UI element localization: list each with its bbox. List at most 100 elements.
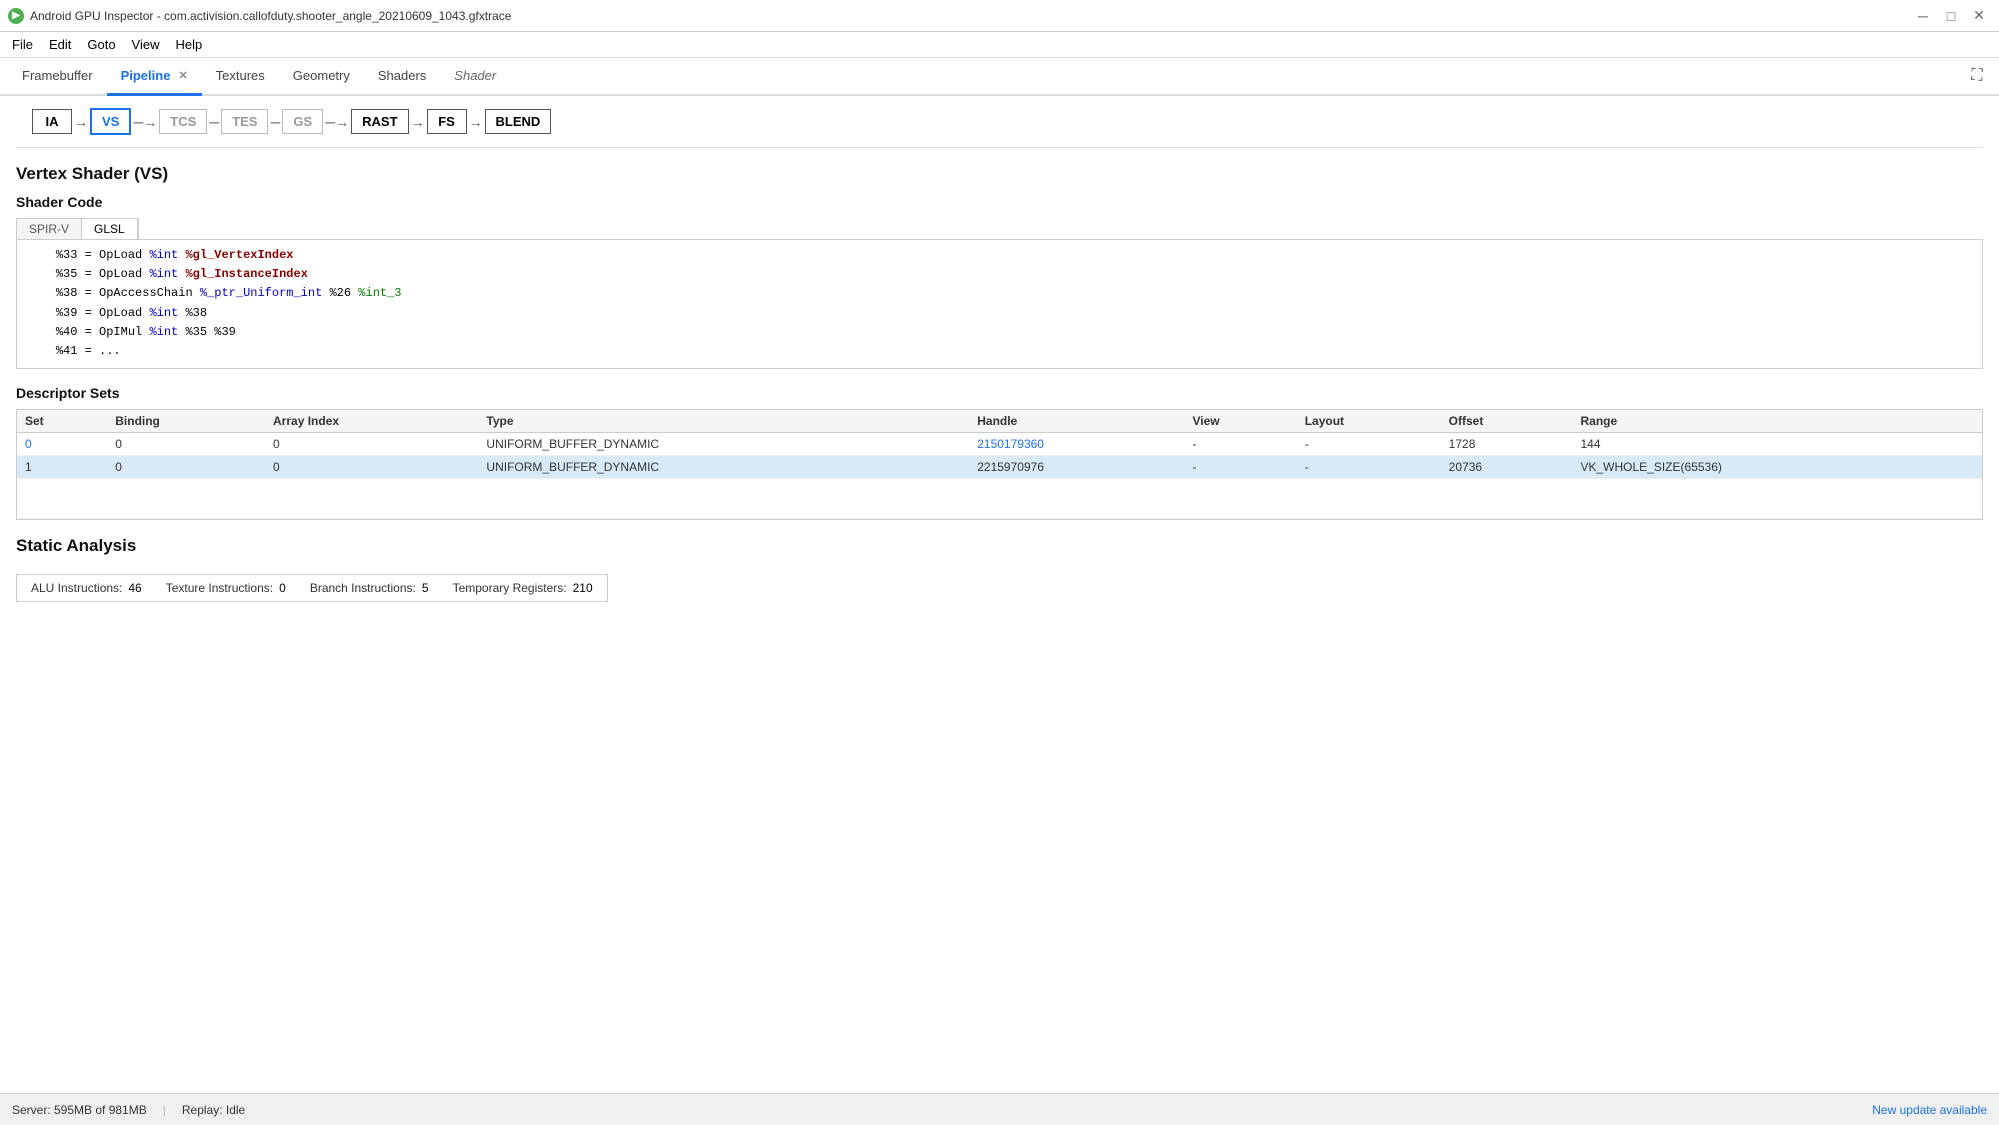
table-row: 0 0 0 UNIFORM_BUFFER_DYNAMIC 2150179360 …: [17, 433, 1982, 456]
code-line-2: %35 = OpLoad %int %gl_InstanceIndex: [27, 265, 1972, 284]
shader-tab-spirv[interactable]: SPIR-V: [17, 219, 82, 239]
title-bar: ▶ Android GPU Inspector - com.activision…: [0, 0, 1999, 32]
row0-view: -: [1184, 433, 1296, 456]
fullscreen-button[interactable]: ⛶: [1963, 62, 1991, 90]
row1-offset: 20736: [1441, 456, 1573, 479]
status-server: Server: 595MB of 981MB: [12, 1103, 147, 1117]
col-layout: Layout: [1297, 410, 1441, 433]
col-range: Range: [1572, 410, 1982, 433]
stage-rast-box[interactable]: RAST: [351, 109, 408, 134]
row1-array-index: 0: [265, 456, 478, 479]
static-analysis-heading: Static Analysis: [16, 536, 1983, 556]
arrow-vs-tcs: ─→: [133, 114, 157, 130]
row1-view: -: [1184, 456, 1296, 479]
descriptor-sets-section: Descriptor Sets Set Binding Array Index …: [16, 385, 1983, 520]
stat-registers-label: Temporary Registers:: [453, 581, 567, 595]
col-type: Type: [478, 410, 969, 433]
col-set: Set: [17, 410, 107, 433]
arrow-fs-blend: →: [469, 114, 483, 130]
row0-layout: -: [1297, 433, 1441, 456]
shader-code-area[interactable]: %33 = OpLoad %int %gl_VertexIndex %35 = …: [16, 239, 1983, 369]
tab-shader[interactable]: Shader: [440, 58, 510, 96]
menu-view[interactable]: View: [124, 35, 168, 54]
row1-binding: 0: [107, 456, 265, 479]
row0-array-index: 0: [265, 433, 478, 456]
status-bar: Server: 595MB of 981MB | Replay: Idle Ne…: [0, 1093, 1999, 1125]
row0-handle: 2150179360: [969, 433, 1184, 456]
shader-tab-glsl[interactable]: GLSL: [82, 219, 138, 239]
status-replay: Replay: Idle: [182, 1103, 245, 1117]
stat-texture-label: Texture Instructions:: [166, 581, 273, 595]
menu-goto[interactable]: Goto: [79, 35, 123, 54]
table-row-empty: [17, 479, 1982, 519]
stage-fs-box[interactable]: FS: [427, 109, 467, 134]
tab-bar: Framebuffer Pipeline ✕ Textures Geometry…: [0, 58, 1999, 96]
stage-tes: TES: [221, 109, 268, 134]
row1-layout: -: [1297, 456, 1441, 479]
stage-blend-box[interactable]: BLEND: [485, 109, 552, 134]
row0-binding: 0: [107, 433, 265, 456]
row0-set-link[interactable]: 0: [25, 437, 32, 451]
col-offset: Offset: [1441, 410, 1573, 433]
stage-gs-box[interactable]: GS: [282, 109, 323, 134]
row1-set: 1: [17, 456, 107, 479]
status-separator: |: [163, 1103, 166, 1117]
stat-registers-value: 210: [573, 581, 593, 595]
maximize-button[interactable]: □: [1939, 6, 1963, 26]
stage-vs: VS: [90, 108, 131, 135]
stage-ia-box[interactable]: IA: [32, 109, 72, 134]
tab-textures[interactable]: Textures: [202, 58, 279, 96]
menu-help[interactable]: Help: [168, 35, 211, 54]
row1-type: UNIFORM_BUFFER_DYNAMIC: [478, 456, 969, 479]
update-link[interactable]: New update available: [1872, 1103, 1987, 1117]
menu-bar: File Edit Goto View Help: [0, 32, 1999, 58]
row1-range: VK_WHOLE_SIZE(65536): [1572, 456, 1982, 479]
arrow-gs-rast: ─→: [325, 114, 349, 130]
close-button[interactable]: ✕: [1967, 6, 1991, 26]
stat-texture: Texture Instructions: 0: [166, 581, 286, 595]
row0-handle-link[interactable]: 2150179360: [977, 437, 1044, 451]
descriptor-sets-table-container: Set Binding Array Index Type Handle View…: [16, 409, 1983, 520]
stage-vs-box[interactable]: VS: [90, 108, 131, 135]
pipeline-stages: IA → VS ─→ TCS ─ TES ─ GS ─→ RAST → FS →…: [16, 96, 1983, 148]
stage-rast: RAST: [351, 109, 408, 134]
tab-shaders[interactable]: Shaders: [364, 58, 440, 96]
stat-alu-label: ALU Instructions:: [31, 581, 122, 595]
stage-tcs-box[interactable]: TCS: [159, 109, 207, 134]
static-analysis-box: ALU Instructions: 46 Texture Instruction…: [16, 574, 608, 602]
shader-tabs: SPIR-V GLSL: [16, 218, 139, 239]
col-view: View: [1184, 410, 1296, 433]
stage-tes-box[interactable]: TES: [221, 109, 268, 134]
arrow-tes-gs: ─: [270, 114, 280, 130]
table-row: 1 0 0 UNIFORM_BUFFER_DYNAMIC 2215970976 …: [17, 456, 1982, 479]
menu-edit[interactable]: Edit: [41, 35, 79, 54]
stage-blend: BLEND: [485, 109, 552, 134]
col-binding: Binding: [107, 410, 265, 433]
title-bar-controls: ─ □ ✕: [1911, 6, 1991, 26]
col-handle: Handle: [969, 410, 1184, 433]
tab-geometry[interactable]: Geometry: [279, 58, 364, 96]
row0-set: 0: [17, 433, 107, 456]
main-content: IA → VS ─→ TCS ─ TES ─ GS ─→ RAST → FS →…: [0, 96, 1999, 1093]
static-analysis-section: Static Analysis ALU Instructions: 46 Tex…: [16, 536, 1983, 602]
title-bar-text: Android GPU Inspector - com.activision.c…: [30, 9, 1911, 23]
code-line-3: %38 = OpAccessChain %_ptr_Uniform_int %2…: [27, 284, 1972, 303]
descriptor-sets-table: Set Binding Array Index Type Handle View…: [17, 410, 1982, 519]
tab-framebuffer[interactable]: Framebuffer: [8, 58, 107, 96]
stat-branch-label: Branch Instructions:: [310, 581, 416, 595]
code-line-4: %39 = OpLoad %int %38: [27, 304, 1972, 323]
menu-file[interactable]: File: [4, 35, 41, 54]
row0-offset: 1728: [1441, 433, 1573, 456]
stat-texture-value: 0: [279, 581, 286, 595]
stage-fs: FS: [427, 109, 467, 134]
minimize-button[interactable]: ─: [1911, 6, 1935, 26]
tab-close-pipeline[interactable]: ✕: [178, 69, 187, 82]
descriptor-sets-heading: Descriptor Sets: [16, 385, 1983, 401]
vs-heading: Vertex Shader (VS): [16, 164, 1983, 184]
sections-container: Vertex Shader (VS) Shader Code SPIR-V GL…: [16, 164, 1983, 602]
col-array-index: Array Index: [265, 410, 478, 433]
tab-pipeline[interactable]: Pipeline ✕: [107, 58, 202, 96]
code-line-1: %33 = OpLoad %int %gl_VertexIndex: [27, 246, 1972, 265]
stat-branch: Branch Instructions: 5: [310, 581, 429, 595]
stat-registers: Temporary Registers: 210: [453, 581, 593, 595]
